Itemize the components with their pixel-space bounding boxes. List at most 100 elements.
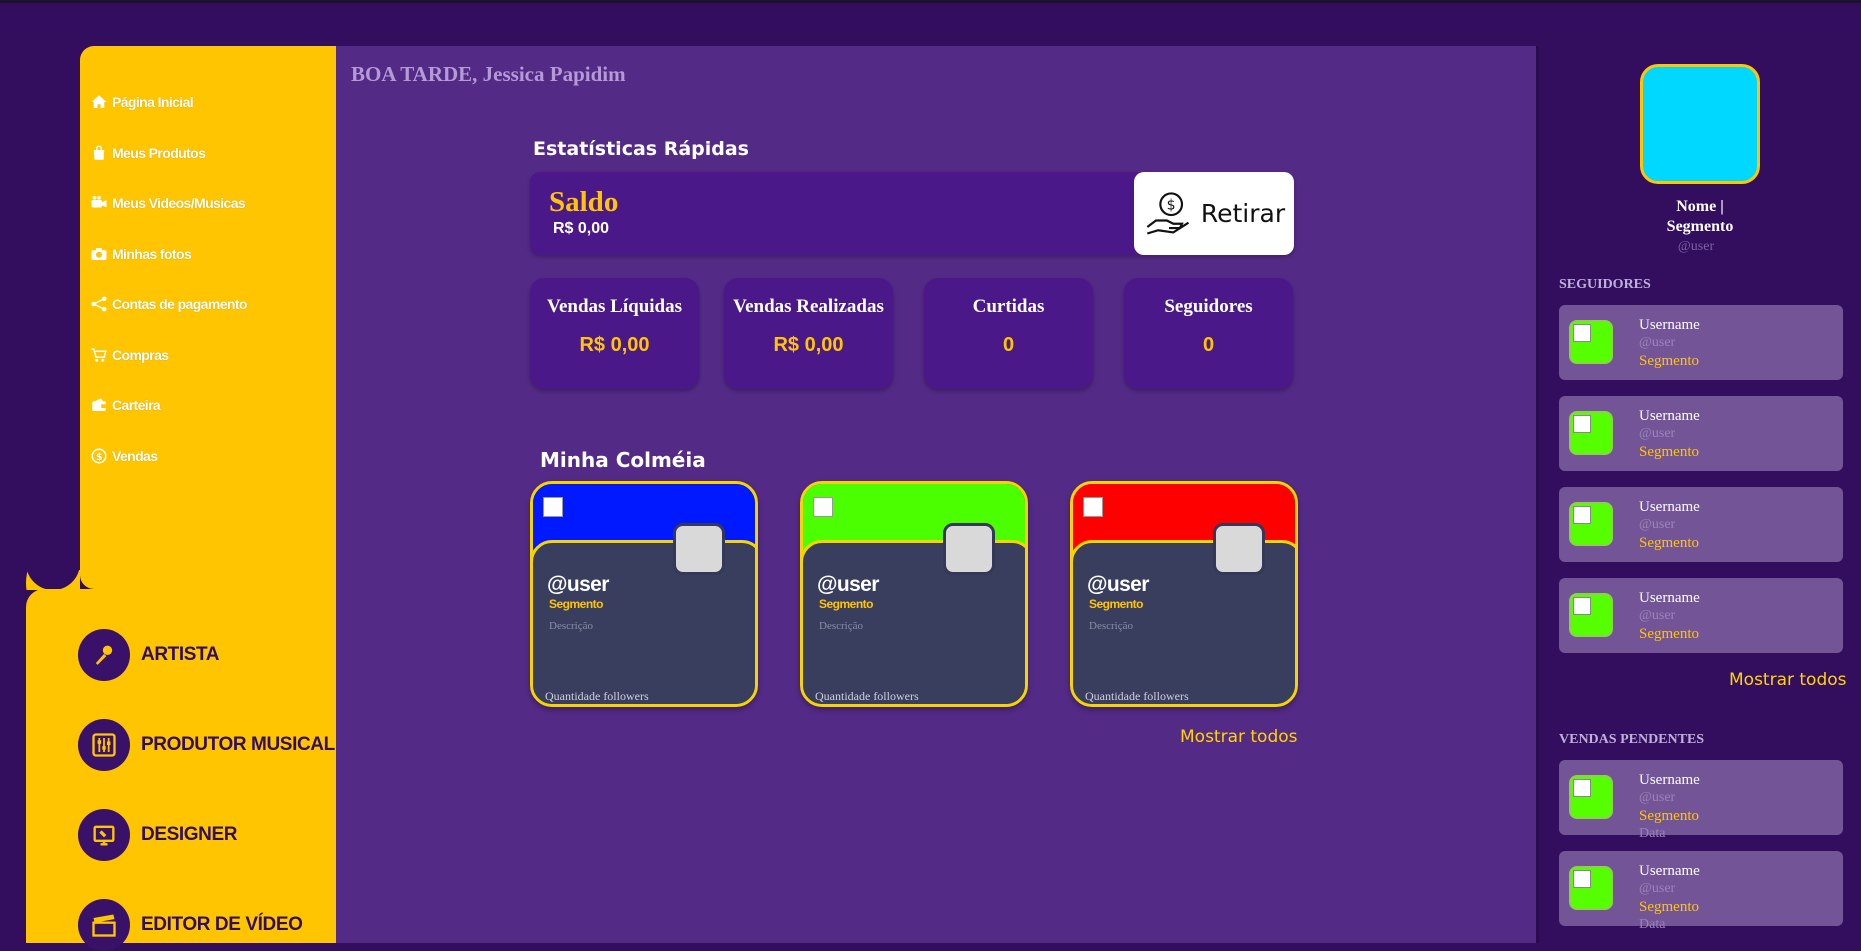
sale-date: Data <box>1639 917 1666 932</box>
design-tablet-icon <box>78 809 130 861</box>
profile-name: Nome | <box>1676 198 1724 215</box>
category-panel: ARTISTA PRODUTOR MUSICAL DESIGNER EDITOR… <box>26 589 336 951</box>
hive-card[interactable]: @user Segmento Descrição Quantidade foll… <box>530 481 758 707</box>
category-produtor-musical[interactable]: PRODUTOR MUSICAL <box>52 719 335 771</box>
nav-item-payment-accounts[interactable]: Contas de pagamento <box>90 293 247 315</box>
shopping-bag-icon <box>93 145 105 160</box>
hive-card-segment: Segmento <box>549 597 604 611</box>
hive-card[interactable]: @user Segmento Descrição Quantidade foll… <box>800 481 1028 707</box>
avatar <box>1569 502 1613 546</box>
category-designer[interactable]: DESIGNER <box>52 809 237 861</box>
microphone-icon <box>78 629 130 681</box>
follower-card[interactable]: Username @user Segmento <box>1559 396 1843 471</box>
avatar <box>1213 523 1265 575</box>
followers-show-all-link[interactable]: Mostrar todos <box>1729 670 1847 690</box>
cart-icon <box>91 348 107 362</box>
money-hand-icon: $ <box>1146 191 1189 235</box>
nav-item-label: Página Inicial <box>112 94 194 110</box>
banner-image <box>543 497 563 517</box>
nav-item-home[interactable]: Página Inicial <box>90 91 194 113</box>
stat-card-sales-made: Vendas Realizadas R$ 0,00 <box>724 278 893 389</box>
svg-text:$: $ <box>1167 197 1176 213</box>
profile-username: @user <box>1677 239 1715 254</box>
pending-sale-card[interactable]: Username @user Segmento Data <box>1559 851 1843 932</box>
svg-text:$: $ <box>96 452 103 463</box>
dollar-circle-icon: $ <box>91 448 107 464</box>
avatar <box>1569 775 1613 819</box>
nav-item-label: Meus Videos/Musicas <box>112 195 246 211</box>
wallet-icon <box>92 398 106 411</box>
sidebar-nav: Página Inicial Meus Produtos Meus Videos… <box>80 46 336 589</box>
top-border <box>0 0 1861 3</box>
avatar <box>673 523 725 575</box>
balance-value: R$ 0,00 <box>553 220 610 237</box>
hive-card-description: Descrição <box>549 620 593 632</box>
main-content: BOA TARDE, Jessica Papidim Estatísticas … <box>336 46 1536 943</box>
withdraw-button[interactable]: $ Retirar <box>1134 172 1294 255</box>
stat-label: Vendas Realizadas <box>733 296 884 317</box>
stat-value: 0 <box>1002 334 1015 356</box>
follower-card[interactable]: Username @user Segmento <box>1559 305 1843 380</box>
category-label: DESIGNER <box>141 824 238 845</box>
stat-label: Vendas Líquidas <box>546 296 682 317</box>
stat-card-likes: Curtidas 0 <box>924 278 1093 389</box>
avatar <box>1569 593 1613 637</box>
profile-avatar[interactable] <box>1640 64 1760 184</box>
quick-stats-title: Estatísticas Rápidas <box>533 138 749 160</box>
home-icon <box>91 95 107 108</box>
follower-name: Username <box>1639 317 1700 333</box>
follower-name: Username <box>1639 408 1700 424</box>
follower-name: Username <box>1639 590 1700 606</box>
category-editor-de-video[interactable]: EDITOR DE VÍDEO <box>52 899 303 951</box>
follower-segment: Segmento <box>1639 444 1699 460</box>
stat-value: R$ 0,00 <box>773 334 844 356</box>
pending-sale-card[interactable]: Username @user Segmento Data <box>1559 760 1843 841</box>
sale-segment: Segmento <box>1639 808 1699 824</box>
avatar <box>1569 411 1613 455</box>
hive-card-followers: Quantidade followers <box>545 689 649 703</box>
follower-segment: Segmento <box>1639 353 1699 369</box>
category-artista[interactable]: ARTISTA <box>52 629 220 681</box>
sale-segment: Segmento <box>1639 899 1699 915</box>
hive-card-description: Descrição <box>1089 620 1133 632</box>
follower-segment: Segmento <box>1639 626 1699 642</box>
nav-item-photos[interactable]: Minhas fotos <box>90 243 192 265</box>
follower-user: @user <box>1639 426 1676 441</box>
nav-item-products[interactable]: Meus Produtos <box>90 142 206 164</box>
follower-user: @user <box>1639 517 1676 532</box>
stat-card-net-sales: Vendas Líquidas R$ 0,00 <box>530 278 699 389</box>
nav-item-label: Meus Produtos <box>112 145 206 161</box>
nav-item-videos[interactable]: Meus Videos/Musicas <box>90 192 246 214</box>
nav-item-label: Carteira <box>112 397 161 413</box>
withdraw-label: Retirar <box>1200 199 1286 228</box>
hive-card-user: @user <box>547 573 609 596</box>
follower-card[interactable]: Username @user Segmento <box>1559 578 1843 653</box>
banner-image <box>813 497 833 517</box>
hive-card-user: @user <box>1087 573 1149 596</box>
sale-name: Username <box>1639 772 1700 788</box>
hive-card-segment: Segmento <box>1089 597 1144 611</box>
follower-card[interactable]: Username @user Segmento <box>1559 487 1843 562</box>
nav-item-sales[interactable]: $ Vendas <box>90 445 158 467</box>
sidebar-notch <box>26 570 80 590</box>
category-label: PRODUTOR MUSICAL <box>141 734 335 755</box>
balance-label: Saldo <box>549 186 619 218</box>
hive-card-segment: Segmento <box>819 597 874 611</box>
hive-card-followers: Quantidade followers <box>815 689 919 703</box>
stat-label: Curtidas <box>972 296 1045 317</box>
hive-card-description: Descrição <box>819 620 863 632</box>
stat-value: R$ 0,00 <box>579 334 650 356</box>
nav-item-wallet[interactable]: Carteira <box>90 394 161 416</box>
follower-user: @user <box>1639 608 1676 623</box>
follower-user: @user <box>1639 335 1676 350</box>
avatar <box>1569 320 1613 364</box>
sale-user: @user <box>1639 881 1676 896</box>
video-camera-icon <box>91 195 107 208</box>
nav-item-purchases[interactable]: Compras <box>90 344 169 366</box>
greeting: BOA TARDE, Jessica Papidim <box>351 62 626 86</box>
nav-item-label: Minhas fotos <box>112 246 192 262</box>
clapperboard-icon <box>78 899 130 951</box>
follower-name: Username <box>1639 499 1700 515</box>
hive-card[interactable]: @user Segmento Descrição Quantidade foll… <box>1070 481 1298 707</box>
hive-show-all-link[interactable]: Mostrar todos <box>1180 727 1298 747</box>
